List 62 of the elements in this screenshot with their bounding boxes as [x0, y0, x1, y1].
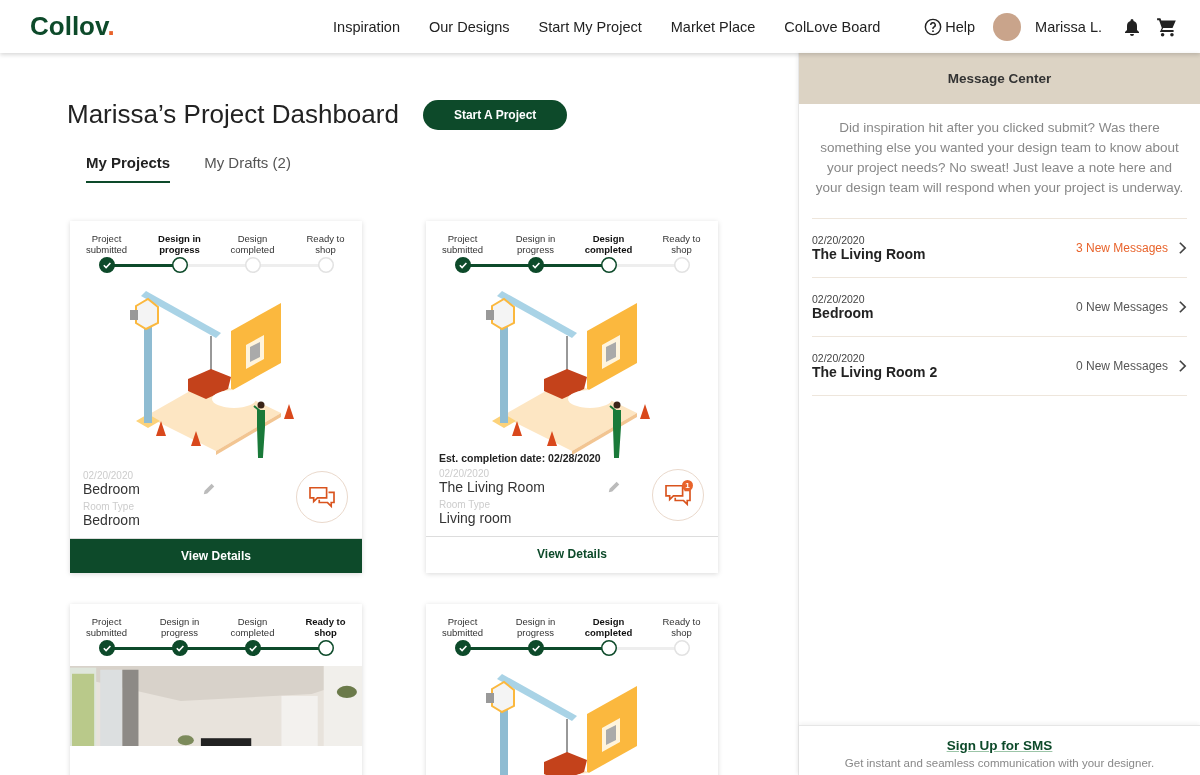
thread-date: 02/20/2020 [812, 352, 866, 364]
project-name: Bedroom [83, 481, 140, 497]
help-link[interactable]: Help [924, 17, 976, 36]
step-label: Project submitted [440, 232, 485, 255]
tab[interactable]: My Projects [86, 154, 171, 183]
message-count: 0 New Messages [1075, 300, 1168, 314]
step-label: Ready to shop [305, 232, 346, 255]
project-name: The Living Room [439, 479, 545, 495]
panel-title: Message Center [947, 71, 1052, 86]
question-icon [924, 17, 943, 36]
step-label: Design completed [583, 232, 634, 255]
bell-icon[interactable] [1122, 16, 1142, 37]
message-badge: 1 [682, 480, 693, 491]
nav-link[interactable]: ColLove Board [784, 18, 881, 35]
sms-signup-link[interactable]: Sign Up for SMS [946, 738, 1053, 753]
step-label: Design in progress [157, 232, 202, 255]
room-type: Bedroom [83, 512, 141, 528]
step-label: Design in progress [514, 615, 557, 638]
message-count: 3 New Messages [1075, 241, 1168, 255]
step-label: Project submitted [84, 232, 129, 255]
view-details-button[interactable]: View Details [426, 536, 718, 571]
chat-icon [664, 483, 692, 507]
message-thread[interactable]: 02/20/2020 The Living Room 2 0 New Messages [812, 337, 1187, 396]
chevron-right-icon [1178, 241, 1187, 255]
step-label: Project submitted [440, 615, 485, 638]
user-name[interactable]: Marissa L. [1035, 18, 1102, 35]
thread-date: 02/20/2020 [812, 234, 866, 246]
step-label: Ready to shop [304, 615, 347, 638]
chevron-right-icon [1178, 359, 1187, 373]
step-label: Design completed [583, 615, 634, 638]
step-label: Ready to shop [661, 232, 702, 255]
completion-date: Est. completion date: 02/28/2020 [439, 452, 602, 464]
nav-link[interactable]: Inspiration [333, 18, 400, 35]
start-project-button[interactable]: Start A Project [422, 99, 568, 130]
nav-link[interactable]: Start My Project [538, 18, 642, 35]
chat-icon [308, 485, 336, 509]
chat-button[interactable] [296, 471, 348, 523]
message-thread[interactable]: 02/20/2020 Bedroom 0 New Messages [812, 278, 1187, 337]
sms-description: Get instant and seamless communication with your designer. [844, 757, 1155, 769]
thread-date: 02/20/2020 [812, 293, 866, 305]
step-label: Design in progress [514, 232, 557, 255]
step-label: Design in progress [158, 615, 201, 638]
tab[interactable]: My Drafts (2) [204, 154, 291, 183]
nav-link[interactable]: Market Place [670, 18, 756, 35]
avatar[interactable] [993, 12, 1022, 41]
step-label: Design completed [229, 232, 276, 255]
step-label: Design completed [229, 615, 276, 638]
intro-text: Did inspiration hit after you clicked submit? Was there something else you wanted your design team to know about your project needs? No sweat! Just leave a note here and your design team will respond when your project is underway. [815, 119, 1184, 197]
nav-link[interactable]: Our Designs [429, 18, 510, 35]
thread-name: The Living Room [812, 246, 927, 262]
thread-name: Bedroom [812, 305, 875, 321]
message-count: 0 New Messages [1075, 359, 1168, 373]
view-details-button[interactable]: View Details [70, 538, 362, 573]
message-thread[interactable]: 02/20/2020 The Living Room 3 New Messages [812, 219, 1187, 278]
logo[interactable]: Collov. [30, 11, 115, 42]
step-label: Ready to shop [661, 615, 702, 638]
page-title: Marissa’s Project Dashboard [67, 99, 399, 130]
chevron-right-icon [1178, 300, 1187, 314]
thread-name: The Living Room 2 [812, 364, 939, 380]
room-type: Living room [439, 510, 513, 526]
cart-icon[interactable] [1156, 15, 1178, 38]
step-label: Project submitted [84, 615, 129, 638]
